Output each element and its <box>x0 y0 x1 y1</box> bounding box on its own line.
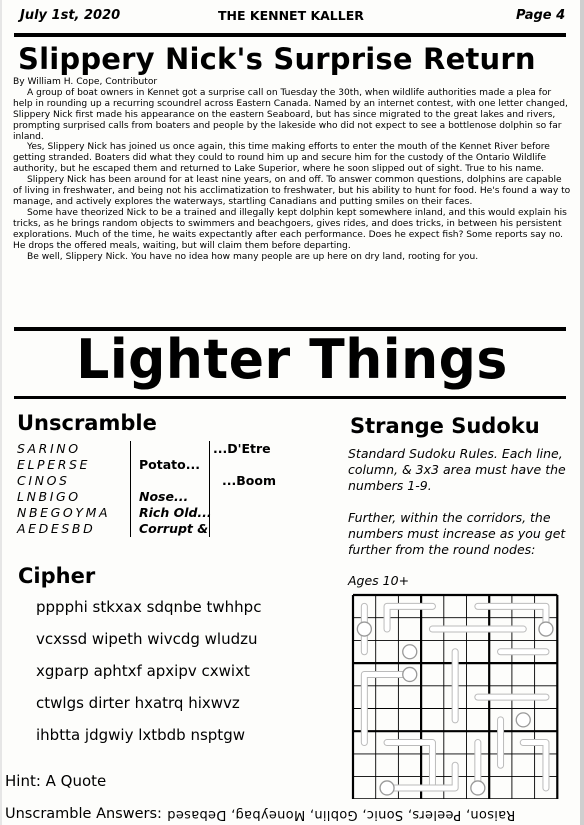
cipher-line: xgparp aphtxf apxipv cxwixt <box>36 662 250 680</box>
sudoku-rules-text: Further, within the corridors, the numbe… <box>348 510 566 557</box>
article-paragraph: Some have theorized Nick to be a trained… <box>13 207 567 251</box>
article-headline: Slippery Nick's Surprise Return <box>18 42 536 76</box>
clue <box>131 473 209 489</box>
scrambled-word: AEDESBD <box>17 521 96 536</box>
newspaper-name: THE KENNET KALLER <box>218 8 364 23</box>
article-paragraph: Slippery Nick has been around for at lea… <box>13 175 571 207</box>
unscramble-answers: Unscramble Answers: Raison, Peelers, Son… <box>5 806 515 822</box>
scrambled-word: ELPERSE <box>17 457 91 472</box>
article-paragraph: Be well, Slippery Nick. You have no idea… <box>27 251 479 262</box>
scrambled-word: LNBIGO <box>17 489 81 504</box>
cipher-hint: Hint: A Quote <box>5 772 107 790</box>
page-edge-right <box>580 0 584 825</box>
round-node <box>356 621 373 637</box>
issue-date: July 1st, 2020 <box>20 8 121 23</box>
clue: Nose... <box>139 489 189 504</box>
sudoku-rules: Standard Sudoku Rules. Each line, column… <box>348 446 573 574</box>
newspaper-page: July 1st, 2020 THE KENNET KALLER Page 4 … <box>0 0 584 825</box>
page-edge-left <box>0 0 2 825</box>
section-rule-bottom <box>14 396 566 399</box>
header-rule <box>14 33 566 37</box>
article-body: By William H. Cope, Contributor A group … <box>13 77 571 262</box>
round-node <box>379 780 395 796</box>
clue: Rich Old... <box>139 505 212 520</box>
clue: Corrupt & <box>139 521 209 536</box>
cipher-title: Cipher <box>18 564 96 588</box>
cipher-line: vcxssd wipeth wivcdg wludzu <box>36 630 258 648</box>
round-node <box>515 712 531 728</box>
clue: Potato... <box>139 457 200 472</box>
sudoku-title: Strange Sudoku <box>350 414 540 438</box>
scrambled-word: NBEGOYMA <box>17 505 111 520</box>
sudoku-ages: Ages 10+ <box>348 573 410 588</box>
scrambled-word: SARINO <box>17 441 81 456</box>
unscramble-words: SARINO ELPERSE CINOS LNBIGO NBEGOYMA AED… <box>17 441 110 537</box>
sudoku-rules-text: Standard Sudoku Rules. Each line, column… <box>348 446 566 493</box>
sudoku-corridors <box>356 602 554 796</box>
cipher-line: pppphi stkxax sdqnbe twhhpc <box>36 598 262 616</box>
round-node <box>538 621 554 637</box>
cipher-line: ihbtta jdgwiy lxtbdb nsptgw <box>36 726 245 744</box>
unscramble-title: Unscramble <box>17 411 157 435</box>
article-paragraph: Yes, Slippery Nick has joined us once ag… <box>13 142 550 175</box>
corridor-inner <box>384 740 435 791</box>
round-node <box>402 666 418 683</box>
cipher-line: ctwlgs dirter hxatrq hixwvz <box>36 694 240 712</box>
answers-label: Unscramble Answers: <box>5 806 162 822</box>
article-byline: By William H. Cope, Contributor <box>13 77 158 87</box>
section-title: Lighter Things <box>76 328 508 392</box>
round-node <box>402 644 418 660</box>
unscramble-clues: Potato... Nose... Rich Old... Corrupt & <box>130 441 212 537</box>
scrambled-word: CINOS <box>17 473 70 488</box>
cipher-text: pppphi stkxax sdqnbe twhhpc vcxssd wipet… <box>36 598 261 758</box>
answers-upside-down: Raison, Peelers, Sonic, Goblin, Moneybag… <box>166 807 515 822</box>
page-number: Page 4 <box>516 8 566 23</box>
article-paragraph: A group of boat owners in Kennet got a s… <box>13 87 568 142</box>
clue-suffix: ...D'Etre <box>213 441 271 456</box>
clue <box>131 441 209 457</box>
sudoku-grid <box>351 593 559 799</box>
clue-suffix: ...Boom <box>222 473 276 488</box>
corridor <box>383 739 436 792</box>
round-node <box>470 780 486 796</box>
